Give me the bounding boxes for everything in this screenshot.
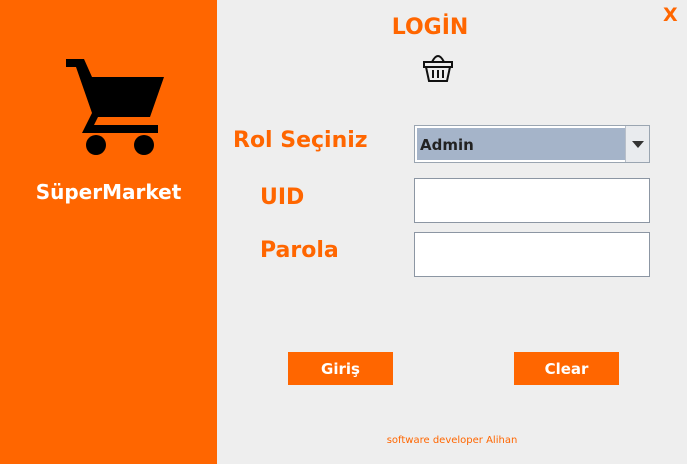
- login-window: SüperMarket X LOGİN Rol Seçiniz Admin UI…: [0, 0, 687, 464]
- chevron-down-icon[interactable]: [625, 126, 649, 162]
- basket-icon: [423, 55, 453, 82]
- role-label: Rol Seçiniz: [233, 128, 368, 153]
- uid-label: UID: [260, 185, 305, 210]
- clear-button[interactable]: Clear: [514, 352, 619, 385]
- uid-input[interactable]: [414, 178, 650, 223]
- page-title: LOGİN: [391, 15, 469, 40]
- password-input[interactable]: [414, 232, 650, 277]
- shopping-cart-icon: [66, 59, 164, 155]
- brand-name: SüperMarket: [35, 180, 182, 204]
- brand-panel: SüperMarket: [0, 0, 217, 464]
- role-select[interactable]: Admin: [414, 125, 650, 163]
- login-button[interactable]: Giriş: [288, 352, 393, 385]
- password-label: Parola: [260, 238, 339, 263]
- developer-credit: software developer Alihan: [386, 435, 518, 446]
- close-icon[interactable]: X: [663, 4, 678, 26]
- role-selected-value[interactable]: Admin: [417, 128, 625, 160]
